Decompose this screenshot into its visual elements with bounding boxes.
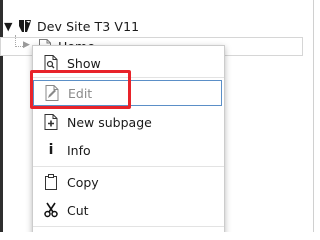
menu-item-edit[interactable]: Edit <box>33 80 222 106</box>
panel-divider <box>313 0 314 232</box>
menu-item-new-subpage[interactable]: New subpage <box>33 109 224 135</box>
new-page-icon <box>43 114 59 130</box>
expand-toggle-icon[interactable]: ▶ <box>23 40 30 50</box>
typo3-logo-icon <box>19 20 31 32</box>
menu-item-label: Copy <box>67 174 99 190</box>
info-icon: i <box>48 142 54 158</box>
module-sidebar-edge <box>0 0 3 232</box>
page-tree-panel: ▼ Dev Site T3 V11 ▶ Home <box>0 0 315 232</box>
menu-divider <box>33 226 224 227</box>
menu-item-label: Edit <box>68 85 93 101</box>
collapse-toggle-icon[interactable]: ▼ <box>4 21 16 32</box>
tree-root-node[interactable]: ▼ Dev Site T3 V11 <box>4 16 139 36</box>
clipboard-icon <box>43 174 59 190</box>
menu-item-cut[interactable]: Cut <box>33 197 224 223</box>
document-view-icon <box>43 55 59 71</box>
context-menu: Show Edit New subpage i Info Copy Cut <box>32 45 225 232</box>
menu-item-label: Show <box>67 55 101 71</box>
menu-divider <box>33 166 224 167</box>
menu-divider <box>33 77 224 78</box>
menu-item-show[interactable]: Show <box>33 50 224 76</box>
scissors-icon <box>43 202 59 218</box>
menu-item-label: New subpage <box>67 114 152 130</box>
menu-item-info[interactable]: i Info <box>33 137 224 163</box>
document-edit-icon <box>44 85 60 101</box>
tree-root-label: Dev Site T3 V11 <box>37 18 140 34</box>
menu-item-copy[interactable]: Copy <box>33 169 224 195</box>
menu-item-label: Cut <box>67 202 89 218</box>
menu-item-label: Info <box>67 142 91 158</box>
